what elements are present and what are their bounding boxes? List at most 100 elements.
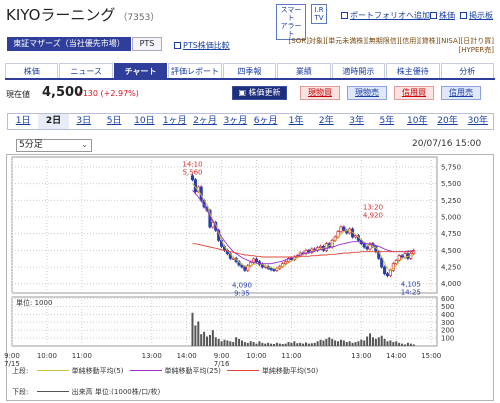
volume-bar (395, 341, 398, 346)
volume-bar (342, 340, 345, 346)
price-panel (11, 156, 438, 294)
moving-average-line (192, 183, 414, 271)
x-tick-label: 14:00 (177, 352, 197, 360)
candle-body (319, 245, 323, 249)
volume-bar (299, 342, 302, 346)
legend-lower: 下段: 出来高 単位:(1000株/口/枚) (12, 387, 160, 397)
volume-bar (398, 342, 401, 346)
legend-lower-label: 下段: (12, 388, 29, 396)
candle-body (397, 255, 401, 261)
volume-bar (412, 344, 415, 346)
volume-bar (290, 342, 293, 346)
price-tick-label: 4,750 (441, 230, 461, 238)
legend-upper-label: 上段: (12, 367, 29, 375)
x-tick-label: 13:00 (351, 352, 371, 360)
volume-bar (296, 343, 299, 346)
volume-bar (281, 344, 284, 346)
volume-bar (194, 325, 197, 346)
volume-bar (348, 341, 351, 346)
candle-body (339, 226, 343, 233)
legend-label: 単純移動平均(50) (261, 367, 319, 375)
volume-bar (255, 343, 258, 346)
candle-body (284, 261, 288, 265)
legend-swatch (226, 370, 259, 371)
volume-bar (261, 342, 264, 346)
x-tick-label: 10:00 (246, 352, 266, 360)
volume-bar (328, 337, 331, 346)
volume-bar (206, 336, 209, 346)
volume-tick-label: 600 (441, 295, 454, 303)
volume-bar (275, 342, 278, 346)
volume-bar (337, 341, 340, 346)
volume-bar (235, 337, 238, 346)
volume-bar (360, 339, 363, 346)
volume-bar (377, 337, 380, 346)
volume-tick-label: 100 (441, 335, 454, 343)
x-tick-label: 9:00 (4, 352, 20, 360)
x-tick-label: 11:00 (281, 352, 301, 360)
volume-bar (270, 343, 273, 346)
volume-bar (316, 341, 319, 346)
volume-bar (267, 342, 270, 346)
volume-bar (305, 342, 308, 346)
annotation-price: 4,105 (401, 281, 421, 289)
volume-bar (369, 333, 372, 346)
volume-tick-label: 200 (441, 327, 454, 335)
volume-bar (406, 342, 409, 346)
volume-bar (211, 330, 214, 346)
price-tick-label: 4,500 (441, 247, 461, 255)
volume-bar (278, 343, 281, 346)
volume-bar (191, 312, 194, 346)
volume-bar (322, 340, 325, 346)
volume-unit-label: 単位: 1000 (16, 298, 52, 307)
candle-body (388, 269, 392, 277)
legend-label: 出来高 単位:(1000株/口/枚) (71, 388, 161, 396)
annotation-price: 4,920 (363, 211, 383, 219)
price-tick-label: 5,750 (441, 164, 461, 172)
volume-bar (208, 334, 211, 346)
volume-bar (380, 335, 383, 346)
volume-bar (252, 342, 255, 346)
candle-body (353, 235, 358, 238)
volume-bar (313, 342, 316, 346)
volume-bar (363, 340, 366, 346)
legend-swatch (36, 370, 69, 371)
volume-bar (229, 341, 232, 346)
candle-body (254, 258, 259, 263)
volume-bar (246, 342, 249, 346)
volume-bar (383, 338, 386, 346)
price-chart: 9:00 10:00 11:00 13:00 14:00 9:00 10:00 11:00 13… (4, 156, 461, 368)
x-tick-label: 9:00 (214, 352, 230, 360)
volume-bar (371, 337, 374, 346)
x-tick-label: 10:00 (37, 352, 57, 360)
annotation-time: 13:20 (363, 203, 383, 211)
volume-bar (366, 336, 369, 346)
volume-bar (345, 342, 348, 346)
annotation-price: 4,090 (232, 282, 252, 290)
legend-swatch (36, 391, 69, 392)
price-tick-label: 5,250 (441, 197, 461, 205)
annotation-time: 14:10 (182, 161, 202, 169)
volume-bar (351, 342, 354, 346)
legend-label: 単純移動平均(25) (164, 367, 221, 375)
volume-bar (307, 343, 310, 346)
volume-bar (200, 334, 203, 346)
volume-bar (334, 340, 337, 346)
volume-bar (357, 341, 360, 346)
volume-bar (310, 343, 313, 346)
volume-bar (409, 343, 412, 346)
candle-body (394, 259, 398, 265)
candle-body (342, 226, 346, 231)
candle-body (383, 266, 387, 275)
price-tick-label: 4,000 (441, 280, 461, 288)
annotation-price: 5,560 (182, 169, 202, 177)
legend-swatch (129, 370, 162, 371)
volume-bar (272, 344, 275, 346)
volume-bar (401, 343, 404, 346)
volume-bar (403, 344, 406, 346)
volume-bar (232, 342, 235, 346)
candle-body (365, 246, 369, 250)
candle-body (243, 266, 247, 271)
volume-bar (339, 339, 342, 346)
volume-bar (220, 341, 223, 346)
